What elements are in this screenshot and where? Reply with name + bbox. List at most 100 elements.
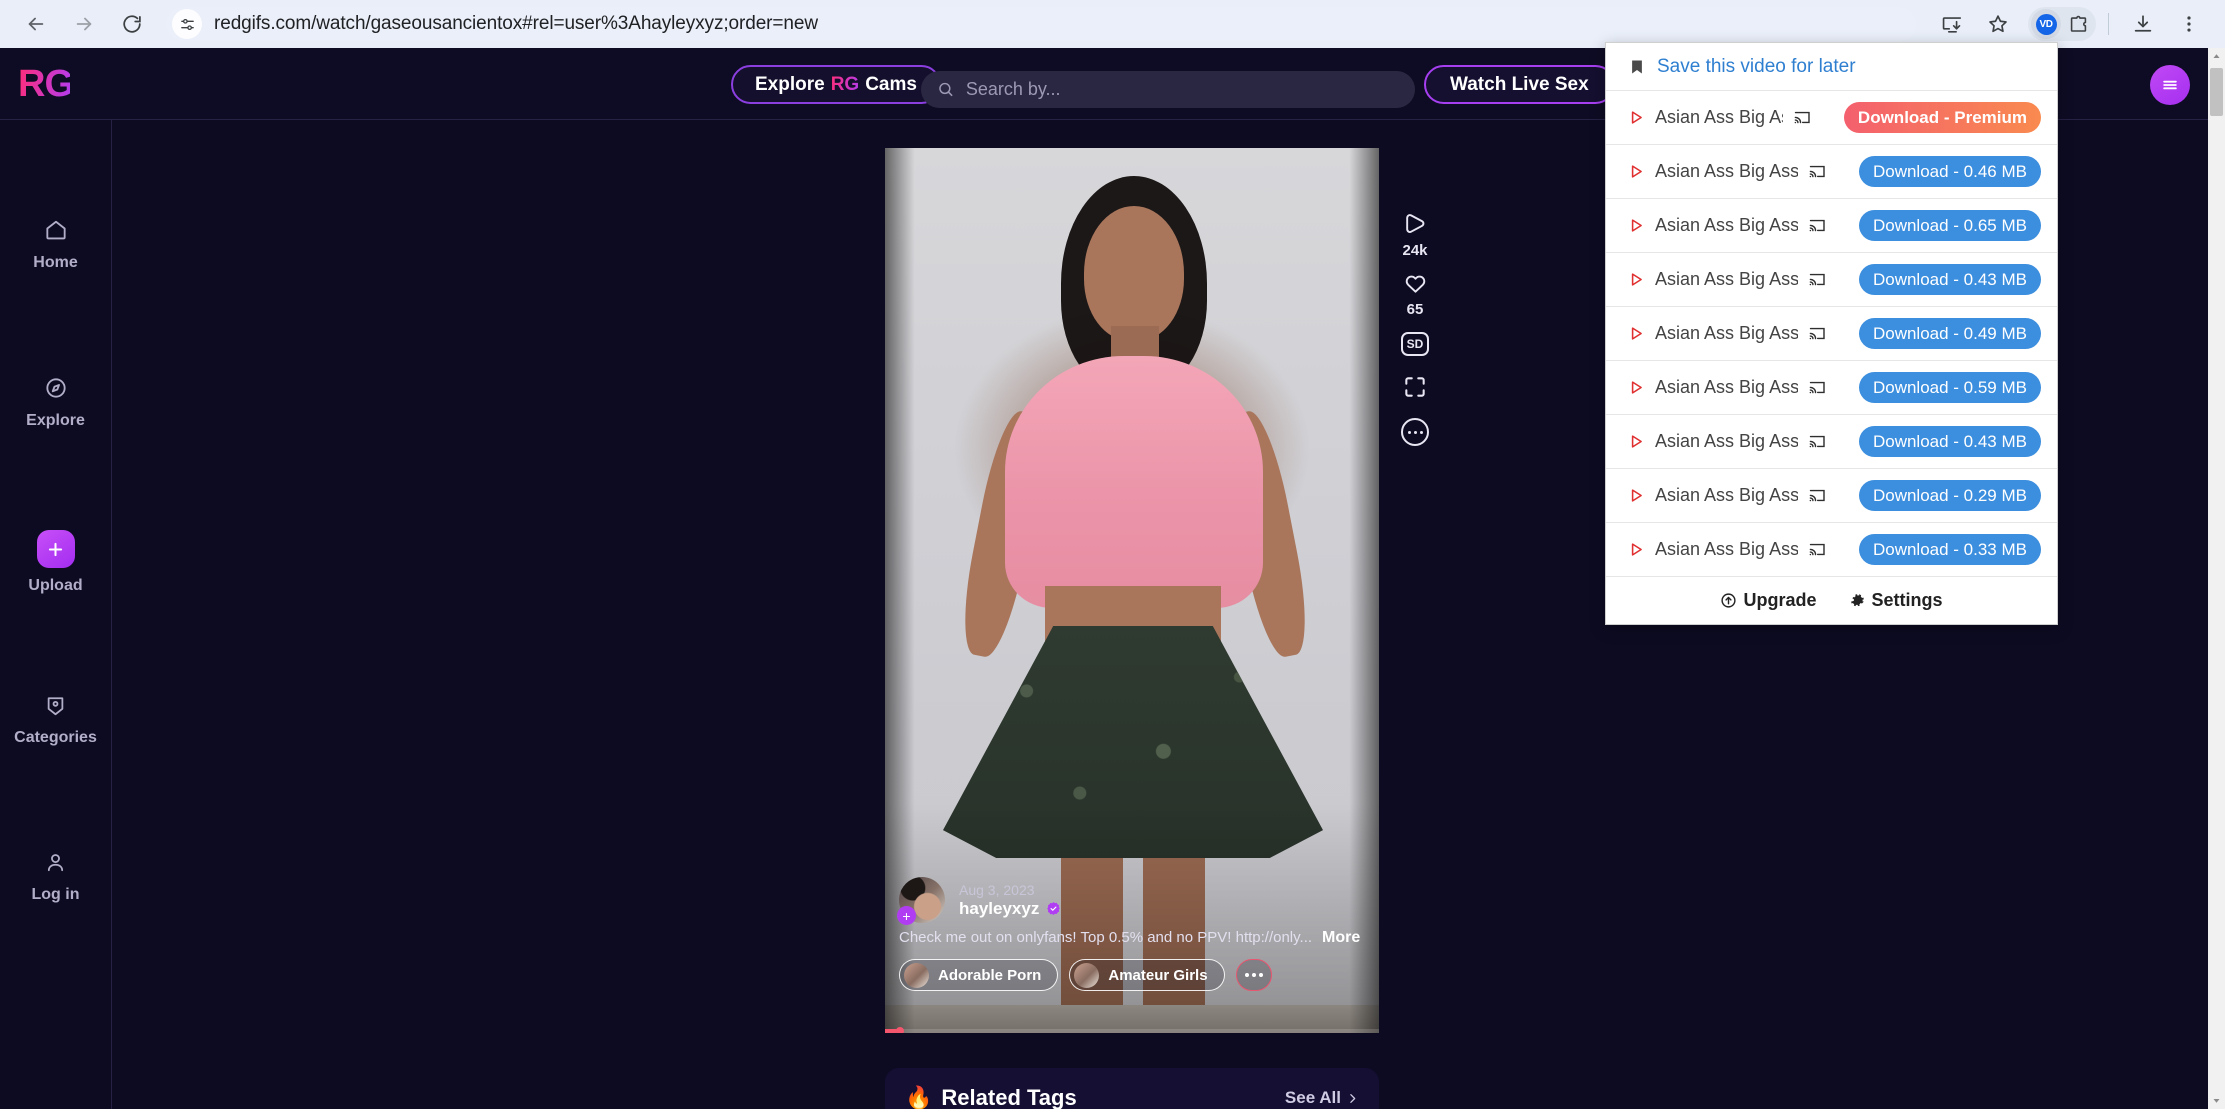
reload-icon [123, 15, 141, 33]
download-premium-button[interactable]: Download - Premium [1843, 102, 2041, 133]
download-row[interactable]: Asian Ass Big Ass Filipina Nat... Downloa… [1606, 144, 2057, 198]
page-scrollbar[interactable] [2208, 48, 2225, 1109]
play-triangle-icon [1628, 163, 1645, 180]
address-bar[interactable]: redgifs.com/watch/gaseousancientox#rel=u… [166, 7, 1916, 41]
watch-live-sex-button[interactable]: Watch Live Sex [1424, 65, 1615, 104]
cast-button[interactable] [1808, 378, 1827, 397]
download-row[interactable]: Asian Ass Big Ass Filipina Nat... Downloa… [1606, 522, 2057, 576]
description-more-link[interactable]: More [1322, 929, 1360, 947]
panel-footer: Upgrade Settings [1606, 576, 2057, 624]
see-all-link[interactable]: See All [1285, 1088, 1359, 1108]
video-player[interactable]: + Aug 3, 2023 hayleyxyz Check me out on … [885, 148, 1379, 1033]
cast-icon [1809, 543, 1825, 556]
downloads-button[interactable] [2121, 2, 2165, 46]
download-button[interactable]: Download - 0.43 MB [1858, 264, 2041, 295]
uploader-line: hayleyxyz [959, 899, 1061, 919]
related-tags-card: 🔥 Related Tags See All AsianBig AssFilip… [885, 1068, 1379, 1109]
download-button[interactable]: Download - 0.29 MB [1858, 480, 2041, 511]
download-row[interactable]: Asian Ass Big Ass Filipina Nat... Downloa… [1606, 252, 2057, 306]
forward-button[interactable] [62, 2, 106, 46]
sidebar-item-login[interactable]: Log in [0, 847, 111, 904]
download-row[interactable]: Asian Ass Big Ass Filipina Nat... Downloa… [1606, 414, 2057, 468]
explore-cams-suffix: Cams [865, 73, 917, 95]
settings-button[interactable]: Settings [1849, 590, 1943, 611]
quality-toggle[interactable]: SD [1401, 332, 1429, 356]
video-progress-knob[interactable] [895, 1027, 904, 1033]
cast-button[interactable] [1808, 216, 1827, 235]
download-button[interactable]: Download - 0.65 MB [1858, 210, 2041, 241]
menu-avatar-button[interactable] [2150, 65, 2190, 105]
cast-button[interactable] [1808, 432, 1827, 451]
cast-button[interactable] [1808, 270, 1827, 289]
reload-button[interactable] [110, 2, 154, 46]
more-options-button[interactable] [1401, 418, 1429, 446]
explore-cams-button[interactable]: Explore RG Cams [731, 65, 941, 104]
categories-tag-icon [43, 690, 68, 720]
search-bar[interactable] [921, 71, 1415, 108]
download-button[interactable]: Download - 0.46 MB [1858, 156, 2041, 187]
extensions-group: VD [2028, 7, 2096, 41]
install-app-button[interactable] [1930, 2, 1974, 46]
upgrade-button[interactable]: Upgrade [1720, 590, 1817, 611]
video-downloadhelper-button[interactable]: VD [2031, 9, 2061, 39]
uploader-meta: Aug 3, 2023 hayleyxyz [959, 882, 1061, 919]
video-description: Check me out on onlyfans! Top 0.5% and n… [899, 929, 1313, 946]
play-triangle-icon [1628, 487, 1645, 504]
extensions-menu-button[interactable] [2063, 9, 2093, 39]
bookmark-button[interactable] [1976, 2, 2020, 46]
search-input[interactable] [965, 79, 1399, 100]
download-row[interactable]: Asian Ass Big Ass Filipina Nat... Downloa… [1606, 90, 2057, 144]
download-row[interactable]: Asian Ass Big Ass Filipina Nat... Downloa… [1606, 468, 2057, 522]
player-info-overlay: + Aug 3, 2023 hayleyxyz Check me out on … [885, 877, 1379, 1005]
gear-icon [1850, 594, 1864, 607]
views-stat[interactable]: 24k [1400, 208, 1430, 259]
download-row[interactable]: Asian Ass Big Ass Filipina Nat... Downloa… [1606, 306, 2057, 360]
cast-button[interactable] [1808, 540, 1827, 559]
cast-button[interactable] [1808, 324, 1827, 343]
browser-toolbar: redgifs.com/watch/gaseousancientox#rel=u… [0, 0, 2225, 48]
uploader-row: + Aug 3, 2023 hayleyxyz [897, 877, 1365, 925]
save-video-row[interactable]: Save this video for later [1606, 43, 2057, 90]
fullscreen-button[interactable] [1400, 372, 1430, 402]
fire-emoji-icon: 🔥 [905, 1085, 933, 1109]
video-tag-chip[interactable]: Amateur Girls [1069, 959, 1225, 991]
heart-icon [1400, 267, 1430, 297]
browser-menu-button[interactable] [2167, 2, 2211, 46]
download-button[interactable]: Download - 0.43 MB [1858, 426, 2041, 457]
video-progress-bar[interactable] [885, 1027, 1379, 1033]
fullscreen-icon [1400, 372, 1430, 402]
cast-button[interactable] [1793, 108, 1812, 127]
explore-cams-accent: RG [830, 73, 860, 95]
install-app-icon [1942, 17, 1962, 33]
download-button[interactable]: Download - 0.49 MB [1858, 318, 2041, 349]
avatar[interactable]: + [897, 877, 945, 925]
download-button[interactable]: Download - 0.59 MB [1858, 372, 2041, 403]
video-description-row: Check me out on onlyfans! Top 0.5% and n… [899, 929, 1365, 947]
cast-button[interactable] [1808, 486, 1827, 505]
sidebar-item-explore[interactable]: Explore [0, 373, 111, 430]
download-row[interactable]: Asian Ass Big Ass Filipina Nat... Downloa… [1606, 360, 2057, 414]
media-title: Asian Ass Big Ass Filipina Nat... [1655, 161, 1798, 181]
cast-button[interactable] [1808, 162, 1827, 181]
tag-thumbnail [1074, 962, 1100, 988]
sidebar-item-upload[interactable]: Upload [0, 530, 111, 595]
scrollbar-arrow-down[interactable] [2208, 1092, 2225, 1109]
uploader-name[interactable]: hayleyxyz [959, 899, 1039, 919]
follow-plus-icon[interactable]: + [897, 906, 916, 925]
sidebar-item-home[interactable]: Home [0, 215, 111, 272]
site-settings-tune-icon[interactable] [172, 9, 202, 39]
video-downloadhelper-panel: Save this video for later Asian Ass Big … [1605, 42, 2058, 625]
likes-stat[interactable]: 65 [1400, 267, 1430, 318]
scrollbar-arrow-up[interactable] [2208, 48, 2225, 65]
scrollbar-thumb[interactable] [2210, 68, 2223, 116]
redgifs-logo[interactable]: RG [18, 65, 74, 103]
back-button[interactable] [14, 2, 58, 46]
sidebar-item-categories[interactable]: Categories [0, 690, 111, 747]
related-tags-header: 🔥 Related Tags See All [905, 1085, 1359, 1109]
download-button[interactable]: Download - 0.33 MB [1858, 534, 2041, 565]
sidebar-item-label: Explore [26, 412, 85, 429]
play-triangle-icon [1628, 379, 1645, 396]
download-row[interactable]: Asian Ass Big Ass Filipina Nat... Downloa… [1606, 198, 2057, 252]
video-tag-chip[interactable]: Adorable Porn [899, 959, 1059, 991]
more-tags-ellipsis-icon[interactable] [1235, 959, 1272, 991]
